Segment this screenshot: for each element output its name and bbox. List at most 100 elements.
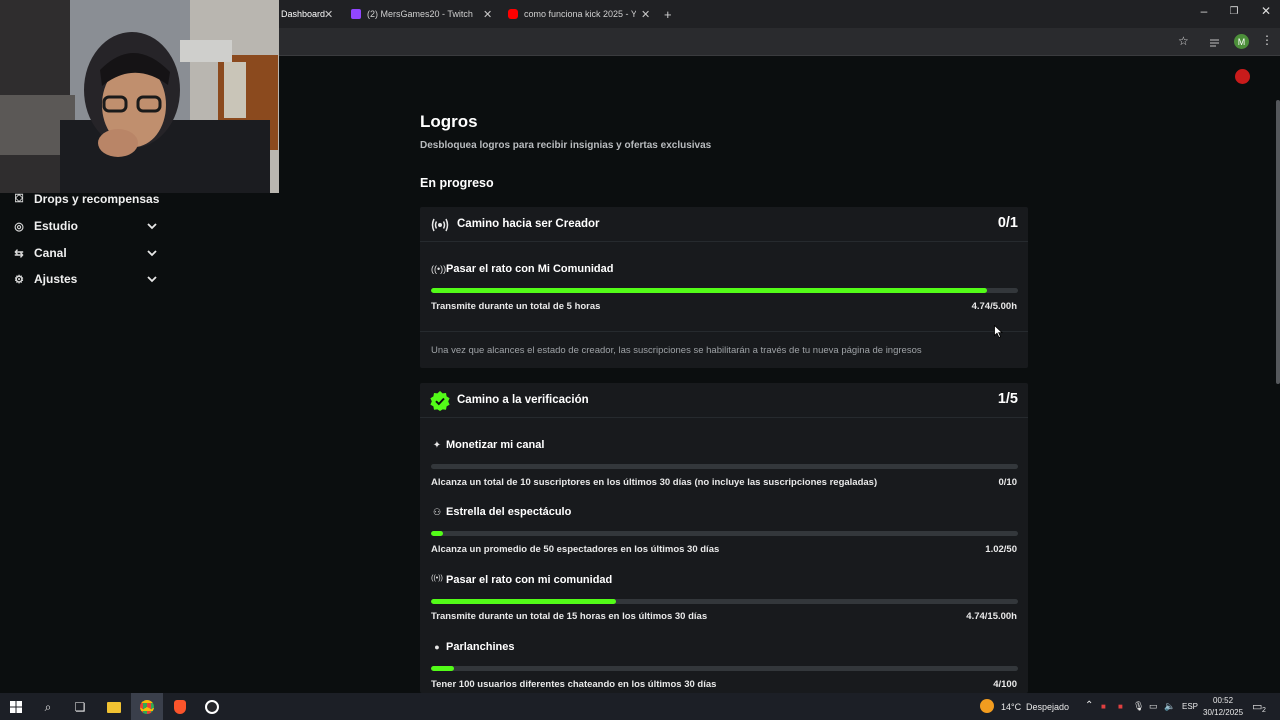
sidebar-item-label: Estudio <box>34 219 78 233</box>
youtube-icon <box>508 9 518 19</box>
users-icon: ⚇ <box>432 507 442 517</box>
gift-icon: ⛋ <box>14 192 24 205</box>
task-value: 4.74/15.00h <box>966 611 1017 622</box>
page-subtitle: Desbloquea logros para recibir insignias… <box>420 140 712 151</box>
search-icon[interactable]: ⌕ <box>38 697 58 717</box>
card-header[interactable]: Camino hacia ser Creador 0/1 <box>420 207 1028 242</box>
progress-fill <box>431 666 455 671</box>
chat-icon: ● <box>434 642 440 652</box>
card-count: 1/5 <box>997 391 1018 407</box>
volume-icon[interactable]: 🔈 <box>1164 701 1175 712</box>
weather-icon[interactable] <box>980 699 994 713</box>
task-description: Tener 100 usuarios diferentes chateando … <box>431 679 717 690</box>
broadcast-icon: ((•)) <box>431 264 447 274</box>
user-avatar[interactable] <box>1235 69 1250 84</box>
network-icon[interactable]: ▭ <box>1149 701 1158 712</box>
media-list-icon[interactable] <box>1210 35 1222 47</box>
weather-text[interactable]: Despejado <box>1026 702 1069 712</box>
task-title: Pasar el rato con mi comunidad <box>446 574 613 586</box>
sidebar-item-estudio[interactable]: ◎ Estudio <box>0 215 172 237</box>
close-icon[interactable]: ✕ <box>483 8 492 21</box>
sidebar-item-canal[interactable]: ⇆ Canal <box>0 242 172 264</box>
sidebar-item-ajustes[interactable]: ⚙ Ajustes <box>0 268 172 290</box>
language-indicator[interactable]: ESP <box>1182 702 1198 711</box>
file-explorer-icon[interactable] <box>104 697 124 717</box>
task-title: Estrella del espectáculo <box>446 506 572 518</box>
card-title: Camino a la verificación <box>457 394 589 406</box>
broadcast-icon <box>431 218 449 232</box>
task-value: 1.02/50 <box>985 544 1017 555</box>
close-window-icon[interactable]: ✕ <box>1256 4 1276 18</box>
progress-bar <box>431 666 1018 671</box>
chevron-up-icon[interactable]: ⌃ <box>1085 700 1093 711</box>
tray-app-icon[interactable]: ■ <box>1101 702 1106 711</box>
profile-avatar[interactable]: M <box>1234 34 1249 49</box>
sidebar-item-label: Ajustes <box>34 272 78 286</box>
card-count: 0/1 <box>997 215 1018 231</box>
achievement-card-verification: Camino a la verificación 1/5 ✦ Monetizar… <box>420 383 1028 693</box>
obs-icon[interactable] <box>202 697 222 717</box>
progress-bar <box>431 288 1018 293</box>
tab-title: Dashboard <box>281 9 326 19</box>
task-title: Parlanchines <box>446 641 515 653</box>
clock-date[interactable]: 30/12/2025 <box>1203 708 1243 717</box>
chevron-down-icon[interactable] <box>146 220 158 232</box>
page-title: Logros <box>420 112 478 131</box>
sparkle-icon: ✦ <box>432 440 442 451</box>
progress-fill <box>431 288 988 293</box>
gear-icon: ⚙ <box>14 273 24 286</box>
kebab-menu-icon[interactable]: ⋮ <box>1261 33 1273 47</box>
progress-fill <box>431 599 617 604</box>
weather-temp[interactable]: 14°C <box>1001 702 1021 712</box>
progress-bar <box>431 531 1018 536</box>
scrollbar[interactable] <box>1276 100 1280 384</box>
minimize-icon[interactable]: – <box>1194 4 1214 18</box>
card-title: Camino hacia ser Creador <box>457 218 600 230</box>
chevron-down-icon[interactable] <box>146 273 158 285</box>
verified-badge-icon <box>430 391 450 411</box>
mouse-cursor-icon <box>994 325 1003 338</box>
section-title: En progreso <box>420 176 494 190</box>
sidebar-item-drops[interactable]: ⛋ Drops y recompensas <box>0 188 172 210</box>
tab-dashboard[interactable]: Dashboard ✕ <box>279 0 341 28</box>
sidebar-item-label: Canal <box>34 246 67 260</box>
task-description: Alcanza un total de 10 suscriptores en l… <box>431 477 878 488</box>
progress-bar <box>431 599 1018 604</box>
task-value: 4/100 <box>993 679 1017 690</box>
tray-app-icon[interactable]: ■ <box>1118 702 1123 711</box>
windows-start-icon[interactable] <box>6 697 26 717</box>
os-taskbar: ⌕ ❏ 14°C Despejado ⌃ ■ ■ 🎙 ▭ 🔈 ESP 00:52… <box>0 693 1280 720</box>
task-description: Alcanza un promedio de 50 espectadores e… <box>431 544 720 555</box>
tab-youtube[interactable]: como funciona kick 2025 - YouT ✕ <box>502 0 658 28</box>
restore-icon[interactable]: ❐ <box>1224 6 1244 17</box>
progress-fill <box>431 531 443 536</box>
task-value: 4.74/5.00h <box>971 301 1017 312</box>
microphone-icon[interactable]: 🎙 <box>1133 701 1144 712</box>
tab-twitch[interactable]: (2) MersGames20 - Twitch ✕ <box>343 0 499 28</box>
channel-icon: ⇆ <box>14 247 24 260</box>
task-title: Pasar el rato con Mi Comunidad <box>446 263 614 275</box>
task-title: Monetizar mi canal <box>446 439 545 451</box>
tab-title: (2) MersGames20 - Twitch <box>367 9 473 19</box>
close-icon[interactable]: ✕ <box>641 8 650 21</box>
notifications-icon[interactable]: ▭ <box>1252 700 1262 713</box>
brave-icon[interactable] <box>170 697 190 717</box>
notification-count: 2 <box>1262 707 1266 714</box>
task-description: Transmite durante un total de 5 horas <box>431 301 601 312</box>
card-note: Una vez que alcances el estado de creado… <box>431 345 922 356</box>
divider <box>420 331 1028 332</box>
new-tab-button[interactable]: + <box>664 0 678 28</box>
progress-bar <box>431 464 1018 469</box>
webcam-overlay <box>0 0 279 193</box>
chevron-down-icon[interactable] <box>146 247 158 259</box>
clock-time[interactable]: 00:52 <box>1213 696 1233 705</box>
twitch-icon <box>351 9 361 19</box>
broadcast-icon: ((•)) <box>431 575 443 582</box>
task-description: Transmite durante un total de 15 horas e… <box>431 611 708 622</box>
bookmark-star-icon[interactable]: ☆ <box>1178 34 1189 48</box>
sidebar-item-label: Drops y recompensas <box>34 192 160 206</box>
task-view-icon[interactable]: ❏ <box>70 697 90 717</box>
close-icon[interactable]: ✕ <box>324 8 333 21</box>
card-header[interactable]: Camino a la verificación 1/5 <box>420 383 1028 418</box>
chrome-icon[interactable] <box>131 693 163 720</box>
